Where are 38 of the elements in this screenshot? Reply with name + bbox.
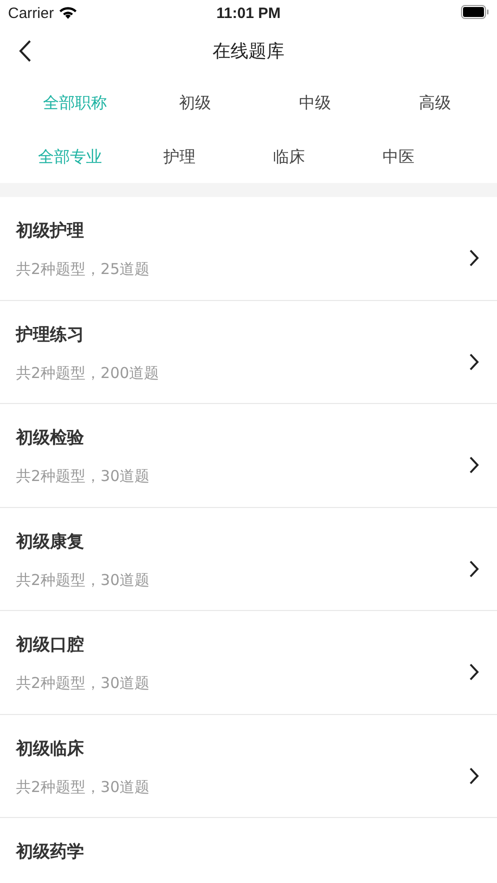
chevron-icon xyxy=(469,663,479,681)
question-bank-item[interactable]: 初级护理 共2种题型，25道题 xyxy=(0,197,497,300)
bank-title: 初级药学 xyxy=(16,841,84,863)
battery-icon xyxy=(461,4,489,18)
bank-title: 初级护理 xyxy=(16,220,85,242)
specialty-tab[interactable]: 临床 xyxy=(234,146,344,168)
bank-summary: 共2种题型，25道题 xyxy=(16,260,150,279)
bank-summary: 共2种题型，30道题 xyxy=(16,467,150,486)
bank-summary: 共2种题型，200道题 xyxy=(16,364,160,382)
question-bank-item[interactable]: 初级药学 xyxy=(0,818,497,883)
chevron-icon xyxy=(469,456,479,474)
chevron-icon xyxy=(469,249,479,267)
chevron-icon xyxy=(469,560,479,578)
bank-summary: 共2种题型，30道题 xyxy=(16,674,150,693)
page-title: 在线题库 xyxy=(212,40,284,63)
chevron-icon xyxy=(469,352,479,370)
question-bank-item[interactable]: 初级临床 共2种题型，30道题 xyxy=(0,714,497,818)
specialty-tab[interactable]: 中医 xyxy=(344,146,453,168)
question-bank-item[interactable]: 初级检验 共2种题型，30道题 xyxy=(0,404,497,508)
bank-summary: 共2种题型，30道题 xyxy=(16,570,150,590)
bank-title: 初级临床 xyxy=(16,738,85,760)
bank-title: 初级口腔 xyxy=(16,634,85,656)
bank-title: 护理练习 xyxy=(16,324,85,346)
level-tab[interactable]: 高级 xyxy=(375,93,495,114)
specialty-tab[interactable]: 护理 xyxy=(124,146,234,168)
bank-title: 初级康复 xyxy=(16,530,85,552)
bank-summary: 共2种题型，30道题 xyxy=(16,778,150,796)
level-tab[interactable]: 初级 xyxy=(135,93,255,114)
bank-title: 初级检验 xyxy=(16,427,85,449)
question-bank-item[interactable]: 初级口腔 共2种题型，30道题 xyxy=(0,611,497,714)
chevron-icon xyxy=(469,766,479,784)
back-icon[interactable] xyxy=(19,40,31,62)
level-tab[interactable]: 中级 xyxy=(255,93,375,114)
question-bank-item[interactable]: 初级康复 共2种题型，30道题 xyxy=(0,508,497,611)
status-time: 11:01 PM xyxy=(216,4,281,22)
carrier-label: Carrier xyxy=(8,4,54,22)
wifi-icon xyxy=(58,6,77,20)
question-bank-item[interactable]: 护理练习 共2种题型，200道题 xyxy=(0,300,497,404)
